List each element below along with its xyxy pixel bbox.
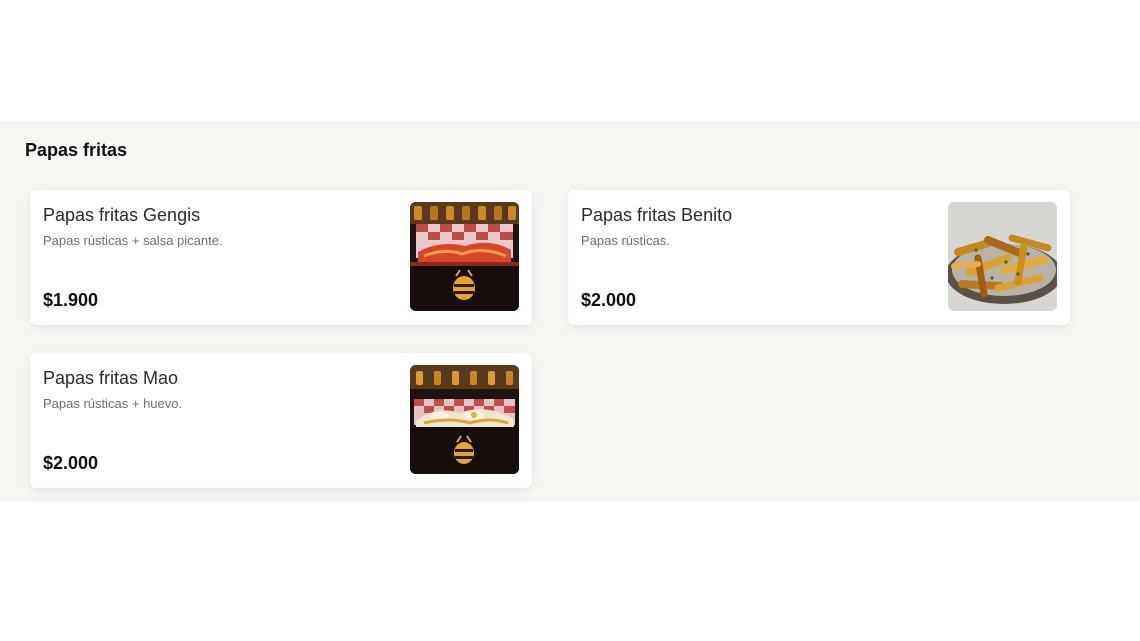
rustic-fries-photo [948,202,1057,311]
item-name: Papas fritas Mao [43,368,179,388]
item-price: $2.000 [581,290,637,310]
egg-fries-photo [410,365,519,474]
item-price: $1.900 [43,290,99,310]
item-name: Papas fritas Benito [581,205,733,225]
spicy-fries-photo [410,202,519,311]
item-price: $2.000 [43,453,99,473]
menu-item-card[interactable]: Papas fritas Benito Papas rústicas. $2.0… [568,190,1070,325]
menu-item-card[interactable]: Papas fritas Gengis Papas rústicas + sal… [30,190,532,325]
item-description: Papas rústicas + salsa picante. [43,233,223,248]
item-description: Papas rústicas. [581,233,670,248]
item-description: Papas rústicas + huevo. [43,396,183,411]
item-name: Papas fritas Gengis [43,205,201,225]
section-title: Papas fritas [25,140,128,160]
menu-item-card[interactable]: Papas fritas Mao Papas rústicas + huevo.… [30,353,532,488]
